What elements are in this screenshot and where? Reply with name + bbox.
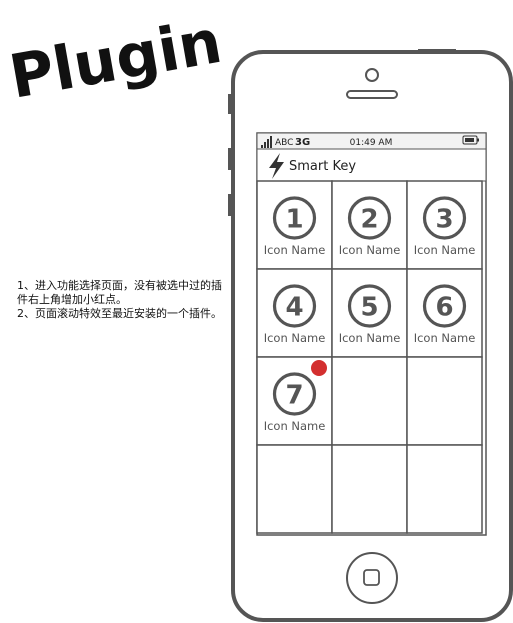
plugin-number: 1 bbox=[285, 205, 303, 235]
plugin-number: 5 bbox=[360, 293, 378, 323]
plugin-cell[interactable]: 6 Icon Name bbox=[406, 268, 483, 358]
plugin-number: 6 bbox=[435, 293, 453, 323]
cell-border bbox=[406, 356, 483, 446]
phone-mockup: ABC 3G 01:49 AM Smart Key 1 Icon Name 2 Ico… bbox=[228, 49, 513, 622]
cell-border bbox=[331, 356, 408, 446]
plugin-label: Icon Name bbox=[339, 243, 401, 257]
plugin-number: 3 bbox=[435, 205, 453, 235]
empty-cell bbox=[331, 356, 408, 446]
status-bar: ABC 3G 01:49 AM bbox=[256, 132, 487, 150]
app-header: Smart Key bbox=[256, 148, 487, 182]
plugin-cell[interactable]: 2 Icon Name bbox=[331, 180, 408, 270]
carrier-label: ABC bbox=[275, 138, 293, 148]
page-title-text: Plugin bbox=[8, 7, 227, 113]
empty-cell bbox=[406, 444, 483, 534]
plugin-label: Icon Name bbox=[414, 243, 476, 257]
new-badge-dot bbox=[311, 360, 327, 376]
plugin-label: Icon Name bbox=[264, 243, 326, 257]
plugin-cell[interactable]: 1 Icon Name bbox=[256, 180, 333, 270]
empty-cell bbox=[256, 444, 333, 534]
cell-border bbox=[256, 444, 333, 534]
plugin-cell[interactable]: 5 Icon Name bbox=[331, 268, 408, 358]
plugin-number: 2 bbox=[360, 205, 378, 235]
plugin-cell[interactable]: 4 Icon Name bbox=[256, 268, 333, 358]
plugin-label: Icon Name bbox=[264, 419, 326, 433]
annotation-line-1: 1、进入功能选择页面，没有被选中过的插件右上角增加小红点。 bbox=[17, 279, 222, 306]
annotation-note: 1、进入功能选择页面，没有被选中过的插件右上角增加小红点。 2、页面滚动特效至最… bbox=[17, 279, 222, 321]
plugin-cell[interactable]: 3 Icon Name bbox=[406, 180, 483, 270]
plugin-label: Icon Name bbox=[264, 331, 326, 345]
page-title: Plugin bbox=[8, 7, 227, 113]
home-button[interactable] bbox=[346, 552, 398, 604]
plugin-cell[interactable]: 7 Icon Name bbox=[256, 356, 333, 446]
empty-cell bbox=[406, 356, 483, 446]
plugin-label: Icon Name bbox=[339, 331, 401, 345]
plugin-number: 7 bbox=[285, 381, 303, 411]
clock: 01:49 AM bbox=[350, 138, 393, 148]
plugin-grid: 1 Icon Name 2 Icon Name 3 Icon Name 4 Icon Name… bbox=[256, 180, 483, 534]
plugin-label: Icon Name bbox=[414, 331, 476, 345]
cell-border bbox=[406, 444, 483, 534]
network-label: 3G bbox=[295, 137, 310, 148]
cell-border bbox=[331, 444, 408, 534]
header-title: Smart Key bbox=[289, 159, 356, 174]
annotation-line-2: 2、页面滚动特效至最近安装的一个插件。 bbox=[17, 307, 222, 320]
empty-cell bbox=[331, 444, 408, 534]
plugin-number: 4 bbox=[285, 293, 303, 323]
